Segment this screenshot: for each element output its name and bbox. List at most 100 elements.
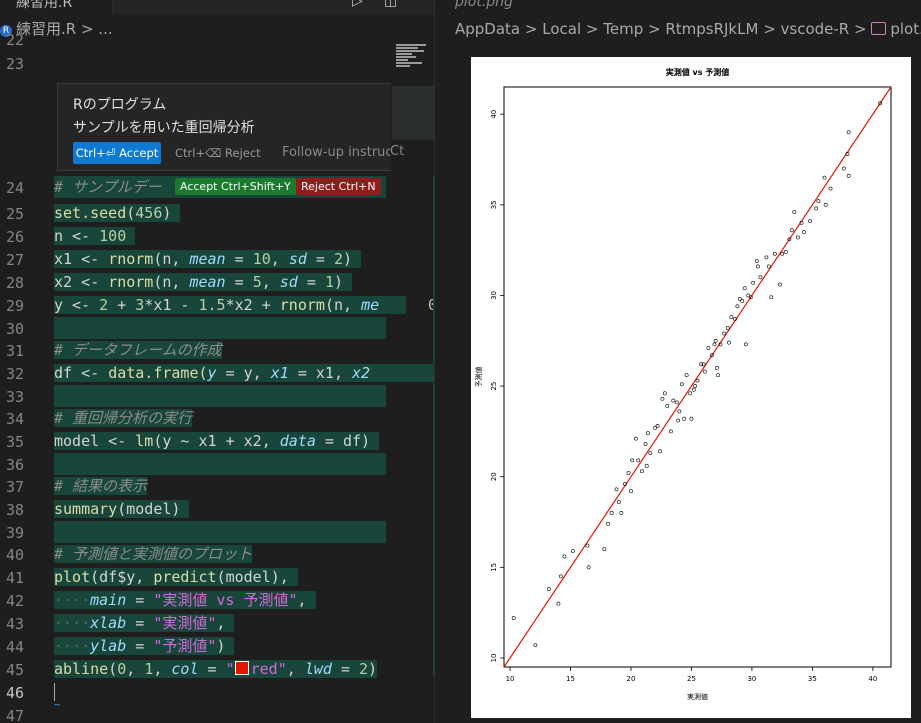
code-line-44[interactable]: ····ylab = "予測値") bbox=[54, 635, 235, 657]
y-tick-label: 10 bbox=[490, 653, 498, 662]
data-point bbox=[713, 338, 718, 343]
diff-reject-chip[interactable]: Reject Ctrl+N bbox=[296, 178, 381, 195]
data-point bbox=[769, 295, 774, 300]
data-point bbox=[735, 304, 740, 309]
data-point bbox=[665, 404, 670, 408]
data-point bbox=[706, 346, 711, 350]
data-point bbox=[772, 251, 777, 256]
line-number: 39 bbox=[5, 524, 24, 542]
diff-highlight bbox=[54, 453, 386, 475]
y-axis-label: 予測値 bbox=[474, 367, 483, 388]
data-point bbox=[636, 458, 641, 463]
breadcrumb-segment[interactable]: Local bbox=[542, 20, 581, 38]
data-point bbox=[571, 549, 575, 553]
accept-button[interactable]: Ctrl+⏎ Accept bbox=[73, 142, 161, 164]
data-point bbox=[716, 373, 720, 378]
data-point bbox=[629, 489, 633, 494]
minimap-line bbox=[396, 44, 426, 46]
line-number: 37 bbox=[5, 478, 24, 496]
data-point bbox=[609, 511, 614, 515]
data-point bbox=[630, 458, 635, 463]
minimap-slider[interactable] bbox=[392, 86, 434, 140]
data-point bbox=[626, 471, 631, 475]
code-line-35[interactable]: model <- lm(y ~ x1 + x2, data = df) bbox=[54, 430, 380, 452]
y-tick-label: 30 bbox=[490, 291, 498, 300]
data-point bbox=[691, 387, 696, 392]
line-number: 29 bbox=[5, 297, 24, 315]
line-number: 26 bbox=[5, 228, 24, 246]
x-axis-label: 実測値 bbox=[687, 692, 708, 701]
data-point bbox=[677, 409, 682, 414]
data-point bbox=[616, 500, 621, 504]
data-point bbox=[722, 331, 727, 336]
code-line-38[interactable]: summary(model) bbox=[54, 498, 190, 520]
data-point bbox=[846, 130, 851, 135]
data-point bbox=[644, 463, 649, 468]
code-line-31[interactable]: # データフレームの作成 bbox=[54, 339, 222, 361]
reject-button[interactable]: Ctrl+⌫ Reject bbox=[175, 142, 261, 164]
code-line-41[interactable]: plot(df$y, predict(model), bbox=[54, 566, 298, 588]
data-point bbox=[689, 416, 694, 421]
breadcrumb-segment[interactable]: Temp bbox=[603, 20, 643, 38]
code-line-34[interactable]: # 重回帰分析の実行 bbox=[54, 407, 193, 429]
code-line-26[interactable]: n <- 100 bbox=[54, 225, 136, 247]
code-line-37[interactable]: # 結果の表示 bbox=[54, 475, 148, 497]
breadcrumb-segment[interactable]: AppData bbox=[455, 20, 520, 38]
image-file-icon bbox=[871, 22, 887, 35]
diff-highlight bbox=[54, 317, 386, 339]
image-tab[interactable]: plot.png bbox=[455, 0, 513, 10]
code-line-29[interactable]: y <- 2 + 3*x1 - 1.5*x2 + rnorm(n, me bbox=[54, 294, 435, 316]
code-line-27[interactable]: x1 <- rnorm(n, mean = 10, sd = 2) bbox=[54, 248, 362, 270]
split-editor-icon[interactable]: ◫ bbox=[384, 0, 397, 9]
y-tick-label: 35 bbox=[490, 200, 498, 209]
data-point bbox=[758, 275, 763, 280]
plot-image: 実測値 vs 予測値 実測値 予測値 10 15 20 25 30 35 40 10 15 20 25 30… bbox=[471, 57, 911, 718]
data-point bbox=[780, 251, 785, 256]
inline-chat-widget: Rのプログラム サンプルを用いた重回帰分析 Ctrl+⏎ Accept Ctrl… bbox=[57, 83, 391, 171]
line-number: 24 bbox=[5, 179, 24, 197]
data-point bbox=[764, 255, 769, 260]
line-number: 41 bbox=[5, 569, 24, 587]
data-point bbox=[586, 565, 591, 570]
data-point bbox=[606, 521, 610, 526]
diff-highlight bbox=[54, 521, 386, 543]
line-number: 45 bbox=[5, 661, 24, 679]
run-icon[interactable]: ▷ bbox=[352, 0, 363, 9]
code-line-45[interactable]: abline(0, 1, col = " red", lwd = 2) bbox=[54, 658, 378, 680]
line-number: 40 bbox=[5, 546, 24, 564]
code-line-32[interactable]: df <- data.frame(y = y, x1 = x1, x2 bbox=[54, 362, 435, 384]
x-tick-label: 40 bbox=[868, 675, 877, 683]
breadcrumb-path[interactable]: 練習用.R > ... bbox=[16, 20, 113, 38]
line-number: 43 bbox=[5, 615, 24, 633]
diff-accept-chip[interactable]: Accept Ctrl+Shift+Y bbox=[175, 178, 296, 195]
data-point bbox=[823, 202, 828, 207]
chat-prompt-subtitle: サンプルを用いた重回帰分析 bbox=[73, 120, 255, 136]
data-point bbox=[802, 230, 806, 234]
data-point bbox=[688, 391, 693, 396]
code-line-42[interactable]: ····main = "実測値 vs 予測値", bbox=[54, 589, 316, 611]
editor-tab[interactable]: 練習用.R bbox=[0, 0, 113, 14]
code-line-24[interactable]: # サンプルデー bbox=[54, 176, 162, 198]
data-point bbox=[671, 398, 676, 403]
color-swatch-icon[interactable] bbox=[234, 661, 249, 675]
x-tick-label: 15 bbox=[566, 675, 575, 683]
y-tick-label: 25 bbox=[490, 382, 498, 391]
data-point bbox=[658, 449, 662, 454]
code-line-43[interactable]: ····xlab = "実測値", bbox=[54, 612, 235, 634]
line-number: 30 bbox=[5, 320, 24, 338]
line-number: 25 bbox=[5, 205, 24, 223]
breadcrumb-segment[interactable]: vscode-R bbox=[781, 20, 850, 38]
data-point bbox=[792, 210, 797, 214]
code-line-25[interactable]: set.seed(456) bbox=[54, 202, 181, 224]
data-point bbox=[679, 382, 684, 387]
breadcrumb-segment[interactable]: plot.png bbox=[890, 20, 921, 38]
code-line-28[interactable]: x2 <- rnorm(n, mean = 5, sd = 1) bbox=[54, 271, 353, 293]
followup-input[interactable]: Follow-up instruc bbox=[282, 142, 390, 164]
code-line-40[interactable]: # 予測値と実測値のプロット bbox=[54, 543, 253, 565]
line-number: 23 bbox=[5, 55, 24, 73]
breadcrumb-segment[interactable]: RtmpsRJkLM bbox=[665, 20, 758, 38]
data-point bbox=[727, 340, 731, 345]
data-point bbox=[585, 543, 590, 548]
data-point bbox=[668, 429, 673, 434]
data-point bbox=[511, 616, 516, 620]
